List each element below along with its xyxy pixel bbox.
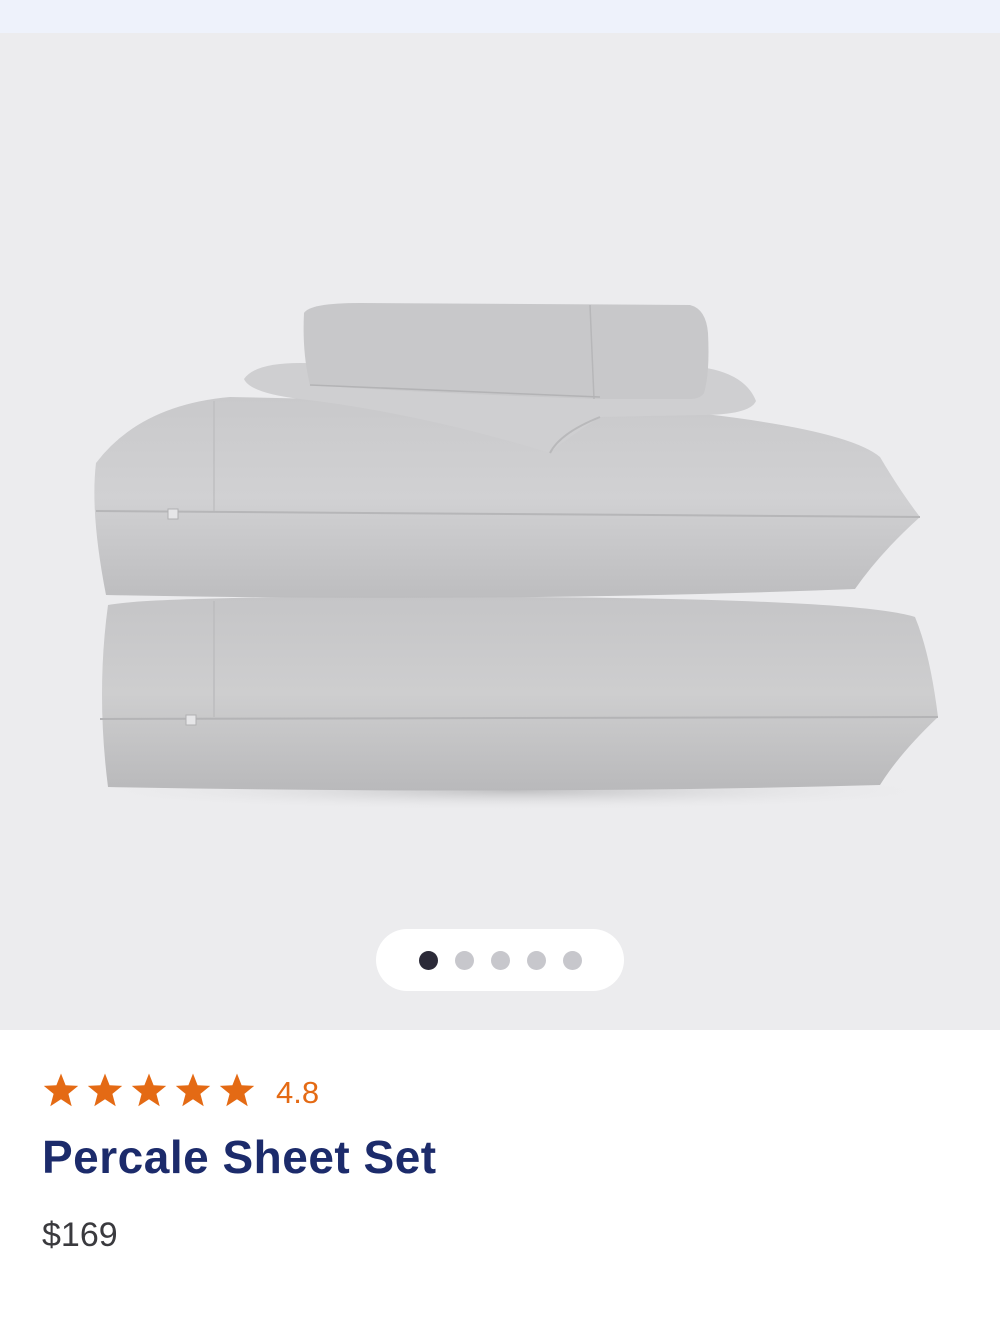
star-icon	[219, 1073, 255, 1106]
product-title[interactable]: Percale Sheet Set	[42, 1130, 437, 1184]
pager-dot-3[interactable]	[490, 950, 510, 970]
star-rating	[42, 1072, 256, 1109]
pager-dot-2[interactable]	[454, 950, 474, 970]
rating-value: 4.8	[276, 1075, 320, 1110]
pager-dot-5[interactable]	[562, 950, 582, 970]
folded-fitted-sheet	[303, 303, 709, 399]
image-pager	[376, 929, 624, 991]
star-icon	[175, 1073, 211, 1106]
bottom-pillowcase	[102, 596, 938, 791]
top-status-strip	[0, 0, 1000, 33]
pager-dot-1[interactable]	[418, 950, 438, 970]
product-photo	[75, 303, 955, 811]
product-price: $169	[42, 1216, 118, 1254]
star-icon	[43, 1073, 79, 1106]
product-image-gallery[interactable]	[0, 33, 1000, 1030]
pager-dot-4[interactable]	[526, 950, 546, 970]
rating-row[interactable]: 4.8	[42, 1070, 319, 1110]
star-icon	[87, 1073, 123, 1106]
star-icon	[131, 1073, 167, 1106]
